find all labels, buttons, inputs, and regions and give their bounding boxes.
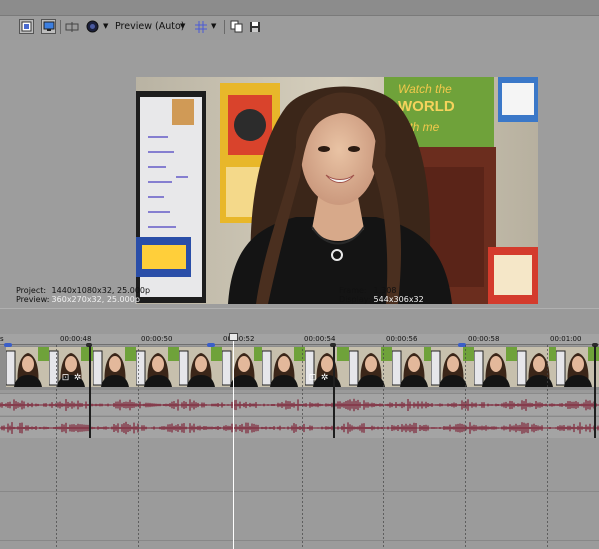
grid-line [465,345,466,549]
external-monitor-icon[interactable] [41,19,56,34]
event-boundary[interactable] [333,346,335,438]
video-thumbnail [179,347,223,387]
crop-icon[interactable]: ⊡ [60,373,71,384]
event-boundary[interactable] [594,346,596,438]
preview-info: Preview: 360x270x32, 25.000p [16,295,140,304]
playhead-handle[interactable] [229,333,238,341]
ruler-tick: 00:00:52 [223,335,255,343]
properties-icon[interactable] [19,19,34,34]
chevron-down-icon[interactable]: ▼ [103,20,108,33]
display-value: 544x306x32 [373,295,424,304]
video-preview-panel: Watch the WORLD with me Project: 1440x10… [0,40,599,319]
ruler-tick: 00:00:56 [386,335,418,343]
project-info: Project: 1440x1080x32, 25.000p [16,286,150,295]
video-thumbnail [431,347,475,387]
region-marker[interactable] [4,343,12,347]
frame-label: Frame: [339,286,367,295]
grid-line [547,345,548,549]
preview-label: Preview: [16,295,50,304]
preview-quality-chevron-icon[interactable]: ▼ [180,20,185,33]
project-value: 1440x1080x32, 25.000p [51,286,151,295]
overlays-icon[interactable] [85,19,100,34]
track-divider [0,491,599,492]
grid-line [138,345,139,549]
preview-value: 360x270x32, 25.000p [51,295,140,304]
display-label: Display: [339,295,371,304]
crop-icon[interactable]: ⊡ [307,373,318,384]
grid-line [302,345,303,549]
video-thumbnail [349,347,393,387]
event-boundary[interactable] [89,346,91,438]
video-thumbnail [136,347,180,387]
video-preview-frame[interactable]: Watch the WORLD with me [136,77,538,304]
playhead-cursor[interactable] [233,334,234,549]
event-fx-icon[interactable]: ✲ [72,373,83,384]
poster-text-watch: Watch the [398,82,452,96]
toolbar-separator-2 [224,20,225,34]
video-thumbnail [222,347,266,387]
ruler-tick: 00:00:48 [60,335,92,343]
poster-text-world: WORLD [398,98,455,115]
video-thumbnail [93,347,137,387]
split-screen-icon[interactable] [64,19,79,34]
toolbar-separator [60,20,61,34]
track-divider [0,540,599,541]
project-label: Project: [16,286,47,295]
ruler-tick: 00:01:00 [550,335,582,343]
panel-divider[interactable] [0,308,599,334]
video-thumbnail [6,347,50,387]
video-thumbnail [262,347,306,387]
video-thumbnail [392,347,436,387]
event-fx-icon[interactable]: ✲ [319,373,330,384]
ruler-tick: 00:00:54 [304,335,336,343]
window-top-strip [0,0,599,16]
video-thumbnail [517,347,561,387]
grid-line [56,345,57,549]
region-marker[interactable] [207,343,215,347]
copy-snapshot-icon[interactable] [229,19,244,34]
ruler-tick: 00:00:50 [141,335,173,343]
frame-value: 1,308 [373,286,397,295]
grid-line [383,345,384,549]
ruler-tick: 00:00:58 [468,335,500,343]
save-snapshot-icon[interactable] [247,19,262,34]
video-thumbnail [556,347,599,387]
frame-info: Frame: 1,308 [339,286,396,295]
empty-track-area[interactable] [0,438,599,549]
vegas-preview-window: ✕ ▼ Preview (Auto) ▼ ▼ [0,0,599,549]
grid-icon[interactable] [193,19,208,34]
grid-chevron-icon[interactable]: ▼ [211,20,216,33]
display-info: Display: 544x306x32 [339,295,424,304]
preview-quality-label[interactable]: Preview (Auto) [115,20,184,33]
ruler-tick-fragment: s [0,335,4,343]
video-thumbnail [474,347,518,387]
